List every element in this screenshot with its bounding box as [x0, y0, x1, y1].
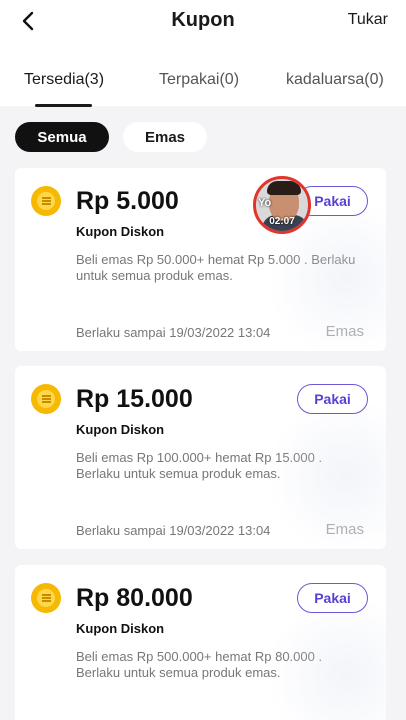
coupon-card: Rp 80.000 Kupon Diskon Beli emas Rp 500.… — [15, 565, 386, 720]
coupon-type: Kupon Diskon — [76, 422, 165, 437]
coupon-tabs: Tersedia(3) Terpakai(0) kadaluarsa(0) — [0, 44, 406, 107]
gold-coin-icon — [31, 186, 61, 216]
coupon-card: Rp 15.000 Kupon Diskon Beli emas Rp 100.… — [15, 366, 386, 549]
coupon-validity: Berlaku sampai 19/03/2022 13:04 — [76, 523, 271, 538]
tab-kadaluarsa[interactable]: kadaluarsa(0) — [286, 71, 384, 89]
floating-video-bubble[interactable]: Yo 02:07 — [253, 176, 311, 234]
filter-semua[interactable]: Semua — [15, 122, 109, 152]
filter-chips: Semua Emas — [0, 106, 406, 164]
coupon-description: Beli emas Rp 50.000+ hemat Rp 5.000 . Be… — [76, 252, 356, 283]
coupon-type: Kupon Diskon — [76, 224, 165, 239]
coupon-amount: Rp 15.000 — [76, 385, 193, 413]
gold-coin-icon — [31, 384, 61, 414]
coupon-description: Beli emas Rp 100.000+ hemat Rp 15.000 . … — [76, 450, 323, 481]
coupon-amount: Rp 5.000 — [76, 187, 179, 215]
page-title: Kupon — [171, 9, 235, 31]
gold-coin-icon — [31, 583, 61, 613]
tab-terpakai[interactable]: Terpakai(0) — [159, 71, 239, 89]
coupon-category: Emas — [325, 521, 364, 538]
video-logo-text: Yo — [258, 197, 272, 209]
video-timestamp: 02:07 — [269, 216, 295, 227]
tukar-button[interactable]: Tukar — [348, 11, 388, 29]
use-coupon-button[interactable]: Pakai — [297, 384, 368, 414]
video-person-hair — [267, 181, 301, 195]
coupon-amount: Rp 80.000 — [76, 584, 193, 612]
filter-emas[interactable]: Emas — [123, 122, 207, 152]
coupon-description: Beli emas Rp 500.000+ hemat Rp 80.000 . … — [76, 649, 323, 680]
use-coupon-button[interactable]: Pakai — [297, 583, 368, 613]
coupon-validity: Berlaku sampai 19/03/2022 13:04 — [76, 325, 271, 340]
coupon-card: Rp 5.000 Kupon Diskon Beli emas Rp 50.00… — [15, 168, 386, 351]
top-bar: Kupon Tukar — [0, 0, 406, 44]
coupon-category: Emas — [325, 323, 364, 340]
tab-tersedia[interactable]: Tersedia(3) — [24, 71, 104, 89]
coupon-type: Kupon Diskon — [76, 621, 165, 636]
